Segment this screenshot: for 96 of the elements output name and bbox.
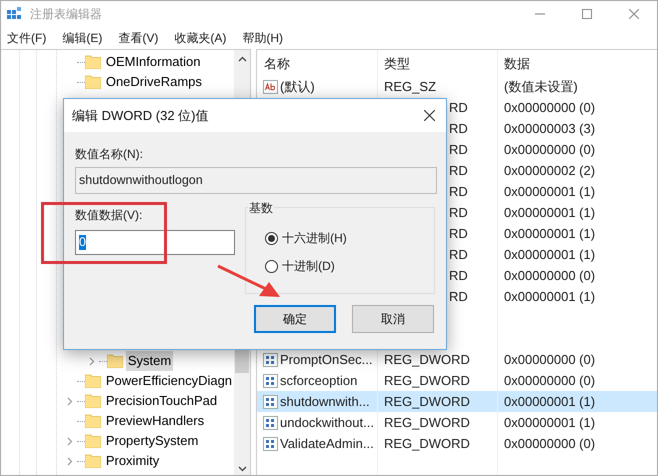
chevron-right-icon[interactable]: [87, 356, 96, 366]
list-row[interactable]: (默认) REG_SZ (数值未设置): [257, 76, 657, 97]
folder-icon: [84, 434, 101, 448]
folder-icon: [84, 55, 101, 69]
column-header[interactable]: 数据: [504, 56, 530, 72]
value-data: 0x00000000 (0): [504, 436, 596, 451]
value-type: REG_SZ: [384, 78, 436, 94]
value-type: RD: [449, 226, 468, 241]
pointer-arrow: [216, 263, 282, 299]
chevron-right-icon[interactable]: [65, 456, 74, 466]
tree-item[interactable]: PrecisionTouchPad: [104, 391, 220, 411]
column-header[interactable]: 类型: [384, 56, 410, 72]
value-data: (数值未设置): [504, 78, 578, 94]
dialog-button[interactable]: 取消: [352, 305, 434, 333]
value-data-field[interactable]: 0: [75, 230, 236, 255]
string-value-icon: [263, 80, 278, 94]
chevron-right-icon[interactable]: [65, 436, 74, 446]
menu-item[interactable]: 查看(V): [112, 28, 164, 46]
value-data: 0x00000001 (1): [504, 288, 596, 304]
value-name: ValidateAdmin...: [280, 434, 374, 453]
value-type: REG_DWORD: [384, 372, 470, 388]
menu-item[interactable]: 帮助(H): [236, 28, 289, 46]
value-data: 0x00000000 (0): [504, 268, 596, 283]
binary-value-icon: [263, 394, 278, 408]
value-type: RD: [449, 184, 468, 199]
radio-button[interactable]: [265, 232, 278, 244]
value-name: shutdownwith...: [280, 392, 370, 411]
field-label: 数值名称(N):: [75, 146, 144, 162]
value-type: RD: [449, 288, 468, 304]
registry-app-icon: [6, 6, 22, 22]
folder-icon: [84, 394, 101, 408]
radio-button[interactable]: [265, 260, 278, 272]
value-type: RD: [449, 162, 468, 178]
radio-option[interactable]: 十进制(D): [265, 258, 434, 274]
value-type: RD: [449, 100, 468, 115]
value-data: 0x00000001 (1): [504, 226, 596, 241]
binary-value-icon: [263, 436, 278, 450]
list-row[interactable]: undockwithout... REG_DWORD 0x00000001 (1): [257, 412, 657, 433]
value-name: scforceoption: [280, 372, 358, 390]
value-data: 0x00000003 (3): [504, 120, 596, 136]
folder-icon: [84, 454, 101, 468]
value-data: 0x00000002 (2): [504, 162, 596, 178]
binary-value-icon: [263, 416, 278, 430]
value-type: RD: [449, 142, 468, 157]
value-data: 0x00000001 (1): [504, 394, 596, 409]
tree-item[interactable]: Proximity: [104, 451, 162, 471]
value-name: PromptOnSec...: [280, 350, 372, 369]
value-type: RD: [449, 120, 468, 136]
column-header[interactable]: 名称: [264, 56, 290, 72]
value-name: undockwithout...: [280, 414, 374, 432]
list-row[interactable]: shutdownwith... REG_DWORD 0x00000001 (1): [257, 391, 657, 412]
folder-icon: [84, 414, 101, 428]
value-data: 0x00000000 (0): [504, 100, 596, 115]
tree-item[interactable]: OEMInformation: [104, 52, 202, 72]
window-title: 注册表编辑器: [30, 6, 102, 22]
value-type: REG_DWORD: [384, 394, 470, 409]
binary-value-icon: [263, 352, 278, 366]
close-icon: [424, 110, 434, 121]
list-row[interactable]: ValidateAdmin... REG_DWORD 0x00000000 (0): [257, 433, 657, 454]
tree-item[interactable]: System: [126, 351, 174, 371]
value-name-field[interactable]: shutdownwithoutlogon: [75, 167, 437, 194]
value-type: RD: [449, 268, 468, 283]
menu-item[interactable]: 编辑(E): [56, 28, 108, 46]
list-row[interactable]: PromptOnSec... REG_DWORD 0x00000000 (0): [257, 349, 657, 370]
value-type: RD: [449, 246, 468, 262]
radio-option[interactable]: 十六进制(H): [265, 230, 434, 246]
value-type: REG_DWORD: [384, 436, 470, 451]
folder-icon: [84, 374, 101, 388]
close-icon: [628, 8, 638, 18]
value-data: 0x00000001 (1): [504, 204, 596, 220]
value-type: REG_DWORD: [384, 414, 470, 430]
value-name: (默认): [280, 78, 315, 96]
value-data: 0x00000000 (0): [504, 142, 596, 157]
value-data: 0x00000000 (0): [504, 352, 596, 367]
menu-item[interactable]: 收藏夹(A): [168, 28, 232, 46]
tree-item[interactable]: PropertySystem: [104, 431, 200, 451]
value-data: 0x00000001 (1): [504, 414, 596, 430]
binary-value-icon: [263, 374, 278, 388]
group-label: 基数: [248, 199, 274, 217]
field-label: 数值数据(V):: [75, 207, 144, 223]
value-data: 0x00000001 (1): [504, 246, 596, 262]
value-type: RD: [449, 204, 468, 220]
value-data: 0x00000001 (1): [504, 184, 596, 199]
list-row[interactable]: scforceoption REG_DWORD 0x00000000 (0): [257, 370, 657, 391]
value-type: REG_DWORD: [384, 352, 470, 367]
menu-item[interactable]: 文件(F): [1, 28, 52, 46]
dialog-button[interactable]: 确定: [254, 305, 336, 333]
value-data: 0x00000000 (0): [504, 372, 596, 388]
folder-icon: [84, 75, 101, 89]
tree-item[interactable]: OneDriveRamps: [104, 72, 204, 92]
chevron-right-icon[interactable]: [65, 396, 74, 406]
tree-item[interactable]: PowerEfficiencyDiagn: [104, 371, 234, 391]
folder-icon: [106, 354, 123, 368]
tree-item[interactable]: PreviewHandlers: [104, 411, 206, 431]
dialog-title: 编辑 DWORD (32 位)值: [72, 106, 208, 125]
maximize-icon: [582, 8, 592, 18]
